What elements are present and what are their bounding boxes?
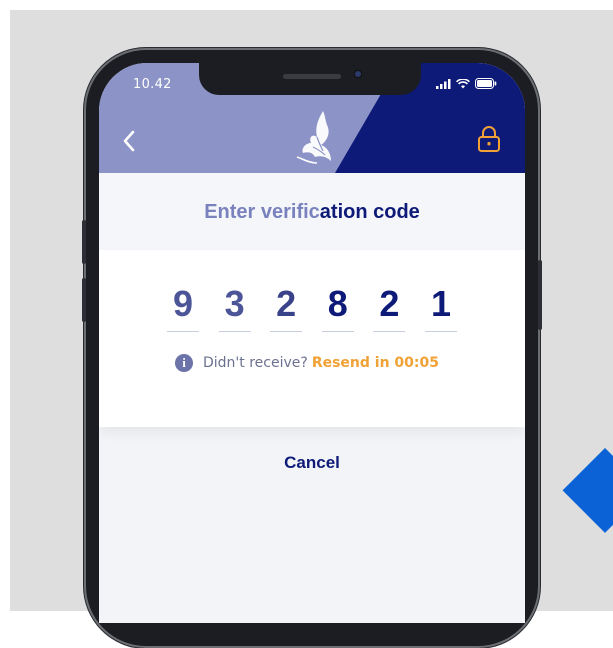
resend-row: i Didn't receive? Resend in 00:05: [175, 354, 439, 372]
info-icon: i: [175, 354, 193, 372]
wifi-icon: [456, 78, 470, 88]
signal-icon: [436, 78, 451, 89]
digit-underline: [373, 331, 406, 332]
resend-link[interactable]: Resend in 00:05: [312, 355, 439, 371]
resend-prompt: Didn't receive?: [203, 355, 308, 371]
chevron-left-icon: [123, 130, 135, 152]
code-digit-field[interactable]: 8: [321, 283, 354, 332]
app-screen: 10.42 Enter verification code 9 3 2 8 2 …: [99, 63, 525, 623]
code-digit: 8: [327, 283, 348, 324]
code-digit: 2: [276, 283, 297, 324]
page-title-bold: ation code: [319, 201, 420, 223]
code-digit-field[interactable]: 2: [270, 283, 303, 332]
digit-underline: [424, 331, 457, 332]
lock-icon[interactable]: [477, 125, 501, 153]
page-title-light: Enter verific: [204, 201, 320, 223]
code-digit: 1: [430, 283, 451, 324]
digit-underline: [167, 331, 199, 332]
status-icons: [436, 78, 497, 89]
digit-underline: [218, 331, 251, 332]
falcon-calligraphy-logo: [296, 111, 331, 164]
digit-underline: [270, 331, 303, 332]
code-inputs: 9 3 2 8 2 1: [167, 284, 457, 332]
digit-underline: [321, 331, 354, 332]
code-digit: 9: [172, 283, 194, 324]
side-button: [82, 278, 86, 322]
phone-notch: [199, 63, 421, 95]
code-digit-field[interactable]: 2: [373, 283, 406, 332]
verification-card: 9 3 2 8 2 1 i Didn't receive? Resend in …: [99, 250, 525, 427]
front-camera: [355, 71, 361, 77]
status-time: 10.42: [133, 77, 172, 92]
code-digit-field[interactable]: 1: [424, 283, 457, 332]
battery-icon: [475, 78, 497, 89]
side-button: [538, 260, 542, 330]
code-digit-field[interactable]: 3: [218, 283, 251, 332]
code-digit: 2: [379, 283, 400, 324]
code-digit-field[interactable]: 9: [167, 284, 199, 332]
back-button[interactable]: [117, 127, 141, 155]
title-band: Enter verification code: [99, 173, 525, 250]
page-title: Enter verification code: [204, 201, 420, 224]
code-digit: 3: [224, 283, 245, 324]
app-header: 10.42: [99, 63, 525, 173]
cancel-button[interactable]: Cancel: [99, 453, 525, 473]
speaker-grille: [283, 74, 341, 79]
side-button: [82, 220, 86, 264]
